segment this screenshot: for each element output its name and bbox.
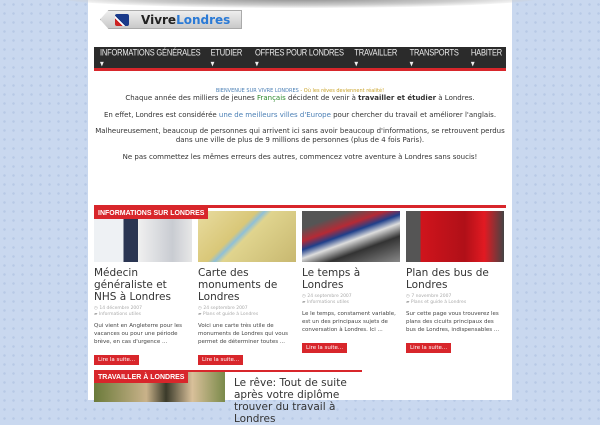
section-label[interactable]: TRAVAILLER À LONDRES bbox=[94, 372, 189, 383]
main-nav: INFORMATIONS GÉNÉRALES ▾ ETUDIER ▾ OFFRE… bbox=[94, 47, 506, 71]
map-image[interactable] bbox=[198, 211, 296, 262]
umbrella-image[interactable] bbox=[302, 211, 400, 262]
article-category[interactable]: ▰ Plans et guide à Londres bbox=[198, 312, 296, 318]
intro-p2: En effet, Londres est considérée une de … bbox=[94, 111, 506, 120]
article-category[interactable]: ▰ Plans et guide à Londres bbox=[406, 300, 504, 306]
section-informations: INFORMATIONS SUR LONDRES Médecin général… bbox=[94, 205, 506, 365]
section-travailler: TRAVAILLER À LONDRES Le rêve: Tout de su… bbox=[94, 370, 362, 425]
p1e: à Londres. bbox=[436, 94, 475, 102]
article-category[interactable]: ▰ Informations utiles bbox=[94, 312, 192, 318]
p1b: Français bbox=[256, 94, 286, 102]
article-excerpt: Sur cette page vous trouverez les plans … bbox=[406, 311, 500, 333]
site-logo[interactable]: VivreLondres bbox=[100, 10, 242, 29]
article-card: Plan des bus de Londres ◷ 7 novembre 200… bbox=[406, 211, 504, 353]
logo-text-b: Londres bbox=[176, 12, 231, 27]
article-excerpt: Le le temps, constament variable, est un… bbox=[302, 311, 396, 333]
nav-transports[interactable]: TRANSPORTS ▾ bbox=[410, 47, 462, 69]
logo-text-a: Vivre bbox=[141, 12, 177, 27]
article-excerpt: Qui vient en Angleterre pour les vacance… bbox=[94, 323, 183, 345]
article-title[interactable]: Médecin généraliste et NHS à Londres bbox=[94, 267, 192, 303]
article-title[interactable]: Carte des monuments de Londres bbox=[198, 267, 296, 303]
article-title[interactable]: Le temps à Londres bbox=[302, 267, 400, 291]
nav-habiter[interactable]: HABITER ▾ bbox=[471, 47, 506, 69]
read-more-button[interactable]: Lire la suite... bbox=[94, 355, 140, 365]
article-excerpt: Voici une carte très utile de monuments … bbox=[198, 323, 288, 345]
article-title[interactable]: Plan des bus de Londres bbox=[406, 267, 504, 291]
p2c: pour chercher du travail et améliorer l'… bbox=[330, 110, 497, 119]
flag-icon bbox=[115, 13, 129, 26]
nav-informations-generales[interactable]: INFORMATIONS GÉNÉRALES ▾ bbox=[100, 47, 202, 69]
p2a: En effet, Londres est considérée bbox=[103, 110, 219, 119]
nav-etudier[interactable]: ETUDIER ▾ bbox=[211, 47, 246, 69]
intro-p4: Ne pas commettez les mêmes erreurs des a… bbox=[122, 152, 478, 161]
p1d: travailler et étudier bbox=[358, 94, 437, 102]
article-card: Le temps à Londres ◷ 24 septembre 2007 ▰… bbox=[302, 211, 400, 353]
intro-p1: Chaque année des milliers de jeunes Fran… bbox=[94, 94, 506, 103]
article-card: Médecin généraliste et NHS à Londres ◷ 1… bbox=[94, 211, 192, 365]
intro-p3: Malheureusement, beaucoup de personnes q… bbox=[95, 127, 505, 144]
article-card: Carte des monuments de Londres ◷ 24 sept… bbox=[198, 211, 296, 365]
p1a: Chaque année des milliers de jeunes bbox=[125, 94, 257, 102]
bus-image[interactable] bbox=[406, 211, 504, 262]
read-more-button[interactable]: Lire la suite... bbox=[302, 343, 348, 353]
read-more-button[interactable]: Lire la suite... bbox=[406, 343, 452, 353]
p1c: décident de venir à bbox=[285, 94, 359, 102]
nav-offres[interactable]: OFFRES POUR LONDRES ▾ bbox=[255, 47, 345, 69]
nav-travailler[interactable]: TRAVAILLER ▾ bbox=[354, 47, 400, 69]
section-label[interactable]: INFORMATIONS SUR LONDRES bbox=[94, 208, 209, 219]
article-category[interactable]: ▰ Informations utiles bbox=[302, 300, 400, 306]
article-title[interactable]: Le rêve: Tout de suite après votre diplô… bbox=[234, 377, 364, 425]
intro-text: BIENVENUE SUR VIVRE LONDRES - Où les rêv… bbox=[94, 88, 506, 169]
read-more-button[interactable]: Lire la suite... bbox=[198, 355, 244, 365]
logo-text: VivreLondres bbox=[141, 13, 230, 27]
p2b-link[interactable]: une de meilleurs villes d'Europe bbox=[219, 111, 331, 119]
